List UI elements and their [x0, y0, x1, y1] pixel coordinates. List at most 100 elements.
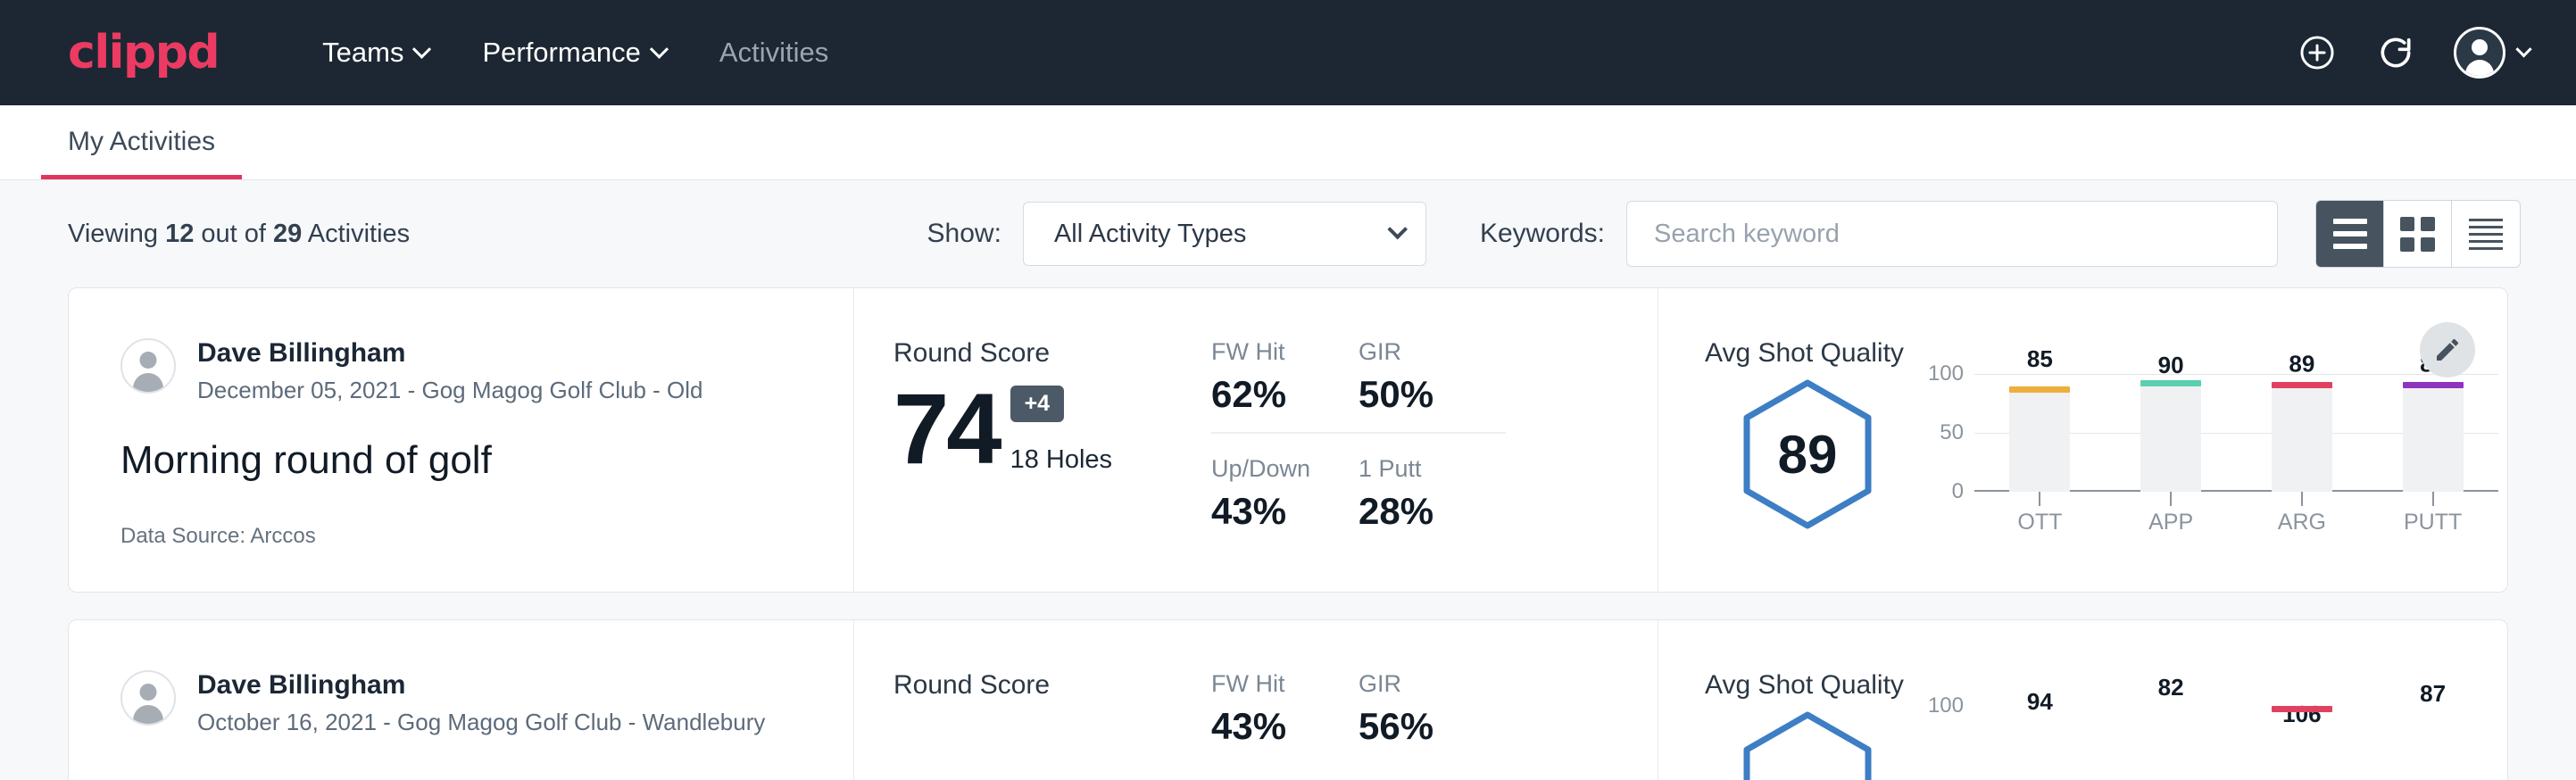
round-stats-column: FW Hit 62% Up/Down 43% GIR 50% 1 Putt 28…	[1211, 288, 1658, 592]
author-text: Dave Billingham October 16, 2021 - Gog M…	[197, 670, 765, 736]
view-mode-toggle-group	[2315, 200, 2521, 268]
nav-item-performance[interactable]: Performance	[455, 28, 692, 78]
avatar	[120, 338, 176, 394]
tab-bar: My Activities	[0, 105, 2576, 180]
stat-one-putt: 1 Putt 28%	[1359, 432, 1506, 549]
round-score-label: Round Score	[893, 338, 1211, 369]
nav-item-teams-label: Teams	[322, 37, 403, 69]
bar-arg: 89	[2237, 374, 2368, 492]
bar-cap	[2272, 706, 2332, 712]
activity-info-column: Dave Billingham October 16, 2021 - Gog M…	[69, 620, 854, 780]
activity-card-list: Dave Billingham December 05, 2021 - Gog …	[0, 287, 2576, 780]
chevron-down-icon	[2515, 41, 2531, 57]
activity-author: Dave Billingham December 05, 2021 - Gog …	[120, 338, 853, 404]
chart-bars: 94 82 106	[1974, 706, 2498, 780]
viewing-total: 29	[273, 220, 302, 248]
add-circle-icon[interactable]	[2297, 32, 2338, 73]
shot-quality-hex-wrapper: 89	[1705, 374, 1910, 531]
shot-quality-value: 89	[1740, 378, 1875, 531]
stat-label: 1 Putt	[1359, 455, 1506, 483]
nav-item-performance-label: Performance	[482, 37, 640, 69]
player-name: Dave Billingham	[197, 338, 703, 369]
top-navigation-bar: clippd Teams Performance Activities	[0, 0, 2576, 105]
y-tick-50: 50	[1940, 420, 1964, 445]
stats-column-right: GIR 50% 1 Putt 28%	[1359, 338, 1506, 592]
bar-putt: 87	[2367, 706, 2498, 780]
stats-column-right: GIR 56%	[1359, 670, 1506, 780]
chart-y-axis: 100	[1910, 706, 1964, 780]
shot-quality-hexagon: 89	[1740, 378, 1875, 531]
activity-info-column: Dave Billingham December 05, 2021 - Gog …	[69, 288, 854, 592]
shot-quality-hex-wrapper	[1705, 706, 1910, 780]
bar-body	[2140, 386, 2201, 492]
stat-value: 28%	[1359, 490, 1506, 533]
compact-view-icon	[2469, 219, 2503, 250]
shot-quality-body: 89 100 50 0 85	[1705, 374, 2507, 544]
viewing-prefix: Viewing	[68, 220, 165, 248]
round-score-column: Round Score	[854, 620, 1211, 780]
tickmark	[1974, 492, 2106, 506]
bar-value-label: 94	[2027, 688, 2053, 701]
activity-author: Dave Billingham October 16, 2021 - Gog M…	[120, 670, 853, 736]
stats-column-left: FW Hit 43%	[1211, 670, 1359, 780]
list-view-icon	[2333, 219, 2367, 249]
shot-quality-hexagon	[1740, 709, 1875, 780]
player-name: Dave Billingham	[197, 670, 765, 701]
show-label: Show:	[927, 219, 1001, 249]
shot-quality-label: Avg Shot Quality	[1705, 338, 2507, 369]
bar-ott: 85	[1974, 374, 2106, 492]
chart-y-axis: 100 50 0	[1910, 374, 1964, 492]
search-input[interactable]	[1654, 220, 2250, 249]
refresh-icon[interactable]	[2375, 32, 2416, 73]
view-mode-compact-button[interactable]	[2452, 201, 2520, 267]
activity-card[interactable]: Dave Billingham October 16, 2021 - Gog M…	[68, 619, 2508, 780]
shot-quality-body: 100 94 82 106	[1705, 706, 2507, 780]
y-tick-100: 100	[1928, 693, 1964, 718]
round-score-value-row: 74 +4 18 Holes	[893, 385, 1211, 475]
shot-quality-column: Avg Shot Quality 89 100 50 0	[1658, 288, 2507, 592]
stat-value: 56%	[1359, 705, 1506, 748]
round-score-value: 74	[893, 385, 1000, 475]
app-logo[interactable]: clippd	[68, 26, 219, 79]
keywords-label: Keywords:	[1480, 219, 1605, 249]
bar-ott: 94	[1974, 706, 2106, 780]
shot-quality-bar-chart: 100 94 82 106	[1910, 706, 2507, 780]
stat-up-down: Up/Down 43%	[1211, 432, 1359, 549]
tab-my-activities[interactable]: My Activities	[41, 127, 242, 179]
edit-activity-button[interactable]	[2420, 322, 2475, 378]
chevron-down-icon	[412, 39, 431, 58]
tickmark	[2237, 492, 2368, 506]
nav-item-teams[interactable]: Teams	[295, 28, 455, 78]
round-score-side: +4 18 Holes	[1010, 386, 1112, 475]
tickmark	[2106, 492, 2237, 506]
activity-data-source: Data Source: Arccos	[120, 524, 853, 549]
bar-cap	[2009, 386, 2070, 393]
stat-value: 43%	[1211, 490, 1359, 533]
bar-value-label: 85	[2027, 345, 2053, 369]
stat-label: GIR	[1359, 670, 1506, 698]
stat-label: FW Hit	[1211, 670, 1359, 698]
shot-quality-label: Avg Shot Quality	[1705, 670, 2507, 701]
chevron-down-icon	[650, 39, 669, 58]
nav-item-activities[interactable]: Activities	[693, 28, 855, 78]
bar-value-label: 90	[2158, 352, 2184, 369]
x-label-arg: ARG	[2237, 510, 2368, 535]
avatar	[120, 670, 176, 726]
edit-pencil-icon	[2433, 336, 2462, 364]
round-score-label: Round Score	[893, 670, 1211, 701]
search-input-wrapper[interactable]	[1626, 201, 2278, 267]
x-label-putt: PUTT	[2367, 510, 2498, 535]
account-menu[interactable]	[2454, 27, 2530, 79]
bar-value-label: 87	[2420, 680, 2446, 701]
bar-value-label: 89	[2289, 350, 2314, 369]
bar-arg: 106	[2237, 706, 2368, 780]
activity-type-select[interactable]: All Activity Types	[1023, 202, 1426, 266]
grid-view-icon	[2400, 217, 2435, 252]
view-mode-grid-button[interactable]	[2384, 201, 2452, 267]
primary-nav: Teams Performance Activities	[295, 28, 855, 78]
viewing-count: 12	[165, 220, 194, 248]
y-tick-100: 100	[1928, 361, 1964, 386]
viewing-count-text: Viewing 12 out of 29 Activities	[68, 220, 410, 249]
view-mode-list-button[interactable]	[2316, 201, 2384, 267]
activity-card[interactable]: Dave Billingham December 05, 2021 - Gog …	[68, 287, 2508, 593]
